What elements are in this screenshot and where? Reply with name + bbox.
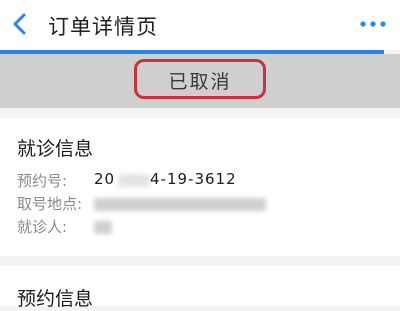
appointment-number-end: 4-19-3612: [150, 170, 237, 188]
pickup-location-redacted: [94, 198, 266, 211]
appointment-number-label: 预约号:: [17, 172, 68, 190]
more-dots-icon[interactable]: [358, 14, 388, 34]
header-bar: 订单详情页: [0, 0, 400, 50]
pickup-location-label: 取号地点:: [17, 195, 83, 213]
chevron-left-icon[interactable]: [6, 8, 34, 40]
booking-info-title: 预约信息: [17, 288, 94, 310]
visit-info-title: 就诊信息: [17, 138, 94, 160]
appointment-number-start: 20: [94, 170, 116, 188]
page-title: 订单详情页: [48, 15, 158, 39]
status-banner: 已取消: [0, 54, 400, 108]
appointment-number-redacted: [118, 174, 150, 187]
booking-info-card: 预约信息: [0, 266, 400, 310]
visit-info-card: 就诊信息 预约号: 20 4-19-3612 取号地点: 就诊人:: [0, 118, 400, 256]
patient-label: 就诊人:: [17, 218, 68, 236]
patient-redacted: [94, 221, 112, 234]
status-highlight-box: [134, 59, 266, 99]
